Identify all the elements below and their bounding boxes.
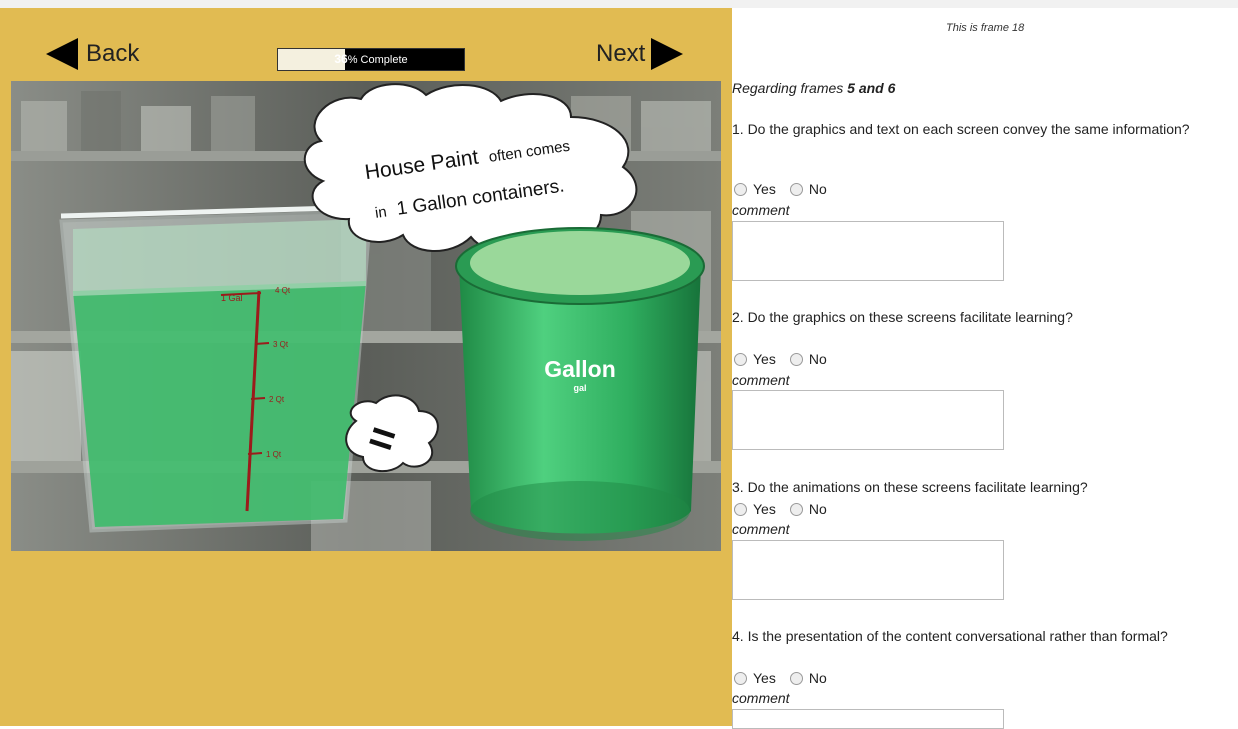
scene-svg: 1 Gal 4 Qt 3 Qt 2 Qt 1 Qt House Paint of…: [11, 81, 721, 551]
can-label: Gallon: [544, 356, 616, 382]
question-1-options: Yes No: [734, 181, 841, 197]
question-2-options: Yes No: [734, 351, 841, 367]
question-2-text: 2. Do the graphics on these screens faci…: [732, 309, 1073, 325]
regarding-prefix: Regarding frames: [732, 80, 848, 96]
question-2-comment-label: comment: [732, 372, 790, 388]
paint-can: Gallon gal: [455, 227, 705, 541]
question-4-no-radio[interactable]: [789, 671, 803, 685]
next-arrow-icon: [651, 38, 684, 70]
progress-text: 36% Complete: [278, 49, 464, 70]
question-4-text: 4. Is the presentation of the content co…: [732, 628, 1168, 644]
yes-label: Yes: [753, 501, 776, 517]
question-1-comment-label: comment: [732, 202, 790, 218]
measure-label-1qt: 1 Qt: [266, 450, 282, 459]
next-label: Next: [596, 40, 646, 67]
no-label: No: [808, 670, 827, 686]
question-3-text: 3. Do the animations on these screens fa…: [732, 479, 1088, 495]
yes-label: Yes: [753, 351, 776, 367]
regarding-frames: 5 and 6: [847, 80, 896, 96]
measure-label-2qt: 2 Qt: [269, 395, 285, 404]
regarding-line: Regarding frames 5 and 6: [732, 80, 895, 96]
frame-label: This is frame 18: [946, 22, 1025, 34]
question-3-options: Yes No: [734, 501, 841, 517]
top-bar: [0, 0, 1238, 8]
lesson-illustration: 1 Gal 4 Qt 3 Qt 2 Qt 1 Qt House Paint of…: [11, 81, 721, 551]
no-label: No: [808, 181, 827, 197]
question-3-no-radio[interactable]: [789, 502, 803, 516]
yes-label: Yes: [753, 670, 776, 686]
question-4-options: Yes No: [734, 670, 841, 686]
can-sublabel: gal: [573, 383, 586, 393]
question-3-yes-radio[interactable]: [734, 502, 747, 516]
back-label: Back: [86, 40, 140, 67]
next-button[interactable]: Next: [596, 38, 684, 70]
no-label: No: [808, 351, 827, 367]
progress-number: 36: [334, 52, 348, 66]
question-4-comment-field[interactable]: [732, 709, 1004, 729]
question-2-comment-field[interactable]: [732, 390, 1004, 450]
question-2-yes-radio[interactable]: [734, 352, 747, 366]
yes-label: Yes: [753, 181, 776, 197]
no-label: No: [808, 501, 827, 517]
question-1-comment-field[interactable]: [732, 221, 1004, 281]
progress-bar: 36% Complete: [277, 48, 465, 71]
back-button[interactable]: Back: [46, 38, 139, 70]
measuring-container: 1 Gal 4 Qt 3 Qt 2 Qt 1 Qt: [59, 204, 374, 533]
question-3-comment-field[interactable]: [732, 540, 1004, 600]
question-1-yes-radio[interactable]: [734, 182, 747, 196]
question-3-comment-label: comment: [732, 521, 790, 537]
survey-panel: This is frame 18 Regarding frames 5 and …: [732, 8, 1238, 729]
measure-label-gal: 1 Gal: [221, 293, 243, 303]
question-1-text: 1. Do the graphics and text on each scre…: [732, 121, 1190, 137]
back-arrow-icon: [46, 38, 78, 70]
question-1-no-radio[interactable]: [789, 182, 803, 196]
measure-label-4qt: 4 Qt: [275, 286, 291, 295]
measure-label-3qt: 3 Qt: [273, 340, 289, 349]
question-2-no-radio[interactable]: [789, 352, 803, 366]
progress-suffix: % Complete: [347, 54, 408, 66]
question-4-yes-radio[interactable]: [734, 671, 747, 685]
question-4-comment-label: comment: [732, 690, 790, 706]
